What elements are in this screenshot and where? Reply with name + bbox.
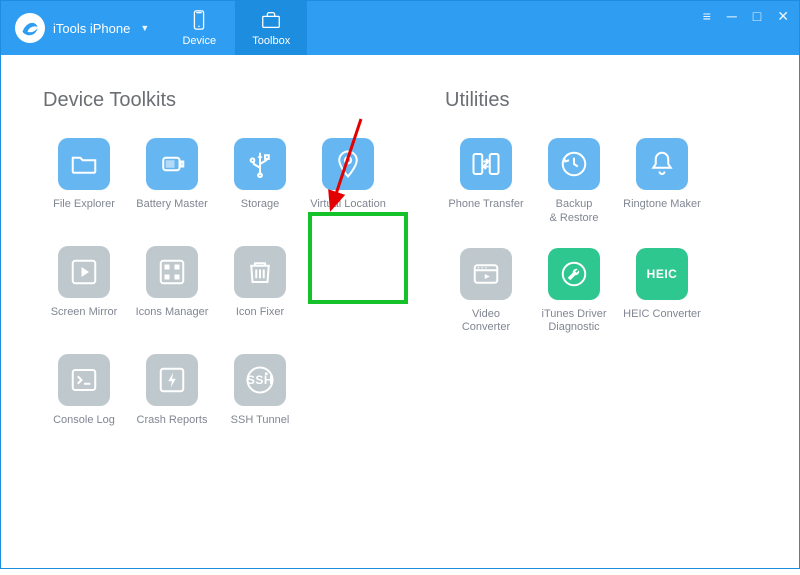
- item-label: File Explorer: [53, 198, 115, 224]
- menu-icon[interactable]: ≡: [703, 9, 711, 23]
- item-label: Storage: [241, 198, 280, 224]
- utility-item-itunes-driver-diagnostic[interactable]: iTunes Driver Diagnostic: [533, 248, 615, 336]
- play-icon: [58, 246, 110, 298]
- device-item-file-explorer[interactable]: File Explorer: [43, 138, 125, 224]
- brand-name: iTools iPhone: [53, 21, 130, 36]
- close-icon[interactable]: ✕: [777, 9, 789, 23]
- battery-icon: [146, 138, 198, 190]
- phone-icon: [188, 9, 210, 31]
- wrench-icon: [548, 248, 600, 300]
- device-item-ssh-tunnel[interactable]: SSH SSH Tunnel: [219, 354, 301, 440]
- bell-icon: [636, 138, 688, 190]
- item-label: Icons Manager: [136, 306, 209, 332]
- item-label: HEIC Converter: [623, 308, 701, 334]
- tab-toolbox[interactable]: Toolbox: [235, 1, 307, 55]
- device-item-storage[interactable]: Storage: [219, 138, 301, 224]
- tab-toolbox-label: Toolbox: [252, 35, 290, 47]
- item-label: Virtual Location: [310, 198, 386, 224]
- item-label: Phone Transfer: [448, 198, 523, 224]
- device-item-console-log[interactable]: Console Log: [43, 354, 125, 440]
- console-icon: [58, 354, 110, 406]
- item-label: Video Converter: [462, 308, 510, 336]
- titlebar: iTools iPhone ▼ Device Toolbox ≡ ─ □ ✕: [1, 1, 799, 55]
- item-label: Backup & Restore: [550, 198, 599, 226]
- tab-device-label: Device: [182, 35, 216, 47]
- restore-icon: [548, 138, 600, 190]
- device-item-virtual-location[interactable]: Virtual Location: [307, 138, 389, 224]
- item-label: Screen Mirror: [51, 306, 118, 332]
- tab-device[interactable]: Device: [163, 1, 235, 55]
- transfer-icon: [460, 138, 512, 190]
- chevron-down-icon: ▼: [140, 23, 149, 33]
- maximize-icon[interactable]: □: [753, 9, 761, 23]
- utility-item-heic-converter[interactable]: HEIC HEIC Converter: [621, 248, 703, 336]
- heic-icon: HEIC: [636, 248, 688, 300]
- content-area: Device Toolkits File Explorer Battery Mas…: [1, 55, 799, 568]
- bolt-icon: [146, 354, 198, 406]
- brand-logo-icon: [15, 13, 45, 43]
- utility-item-backup-restore[interactable]: Backup & Restore: [533, 138, 615, 226]
- utility-item-video-converter[interactable]: Video Converter: [445, 248, 527, 336]
- video-icon: [460, 248, 512, 300]
- minimize-icon[interactable]: ─: [727, 9, 737, 23]
- device-item-icons-manager[interactable]: Icons Manager: [131, 246, 213, 332]
- folder-icon: [58, 138, 110, 190]
- item-label: iTunes Driver Diagnostic: [542, 308, 607, 336]
- item-label: Console Log: [53, 414, 115, 440]
- item-label: Crash Reports: [137, 414, 208, 440]
- device-toolkits-heading: Device Toolkits: [43, 89, 389, 112]
- ssh-icon: SSH: [234, 354, 286, 406]
- utilities-heading: Utilities: [445, 89, 703, 112]
- utility-item-ringtone-maker[interactable]: Ringtone Maker: [621, 138, 703, 226]
- item-label: Battery Master: [136, 198, 208, 224]
- brand-menu[interactable]: iTools iPhone ▼: [1, 1, 163, 55]
- trash-icon: [234, 246, 286, 298]
- spacer: [307, 246, 389, 332]
- item-label: SSH Tunnel: [231, 414, 290, 440]
- utilities-section: Utilities Phone Transfer Backup & Restore…: [445, 89, 703, 440]
- item-label: Icon Fixer: [236, 306, 284, 332]
- device-item-screen-mirror[interactable]: Screen Mirror: [43, 246, 125, 332]
- device-item-battery-master[interactable]: Battery Master: [131, 138, 213, 224]
- toolbox-icon: [260, 9, 282, 31]
- usb-icon: [234, 138, 286, 190]
- item-label: Ringtone Maker: [623, 198, 701, 224]
- header-tabs: Device Toolbox: [163, 1, 307, 55]
- device-toolkits-section: Device Toolkits File Explorer Battery Mas…: [43, 89, 389, 440]
- pin-icon: [322, 138, 374, 190]
- device-item-icon-fixer[interactable]: Icon Fixer: [219, 246, 301, 332]
- spacer: [307, 354, 389, 440]
- utility-item-phone-transfer[interactable]: Phone Transfer: [445, 138, 527, 226]
- device-item-crash-reports[interactable]: Crash Reports: [131, 354, 213, 440]
- gridicons-icon: [146, 246, 198, 298]
